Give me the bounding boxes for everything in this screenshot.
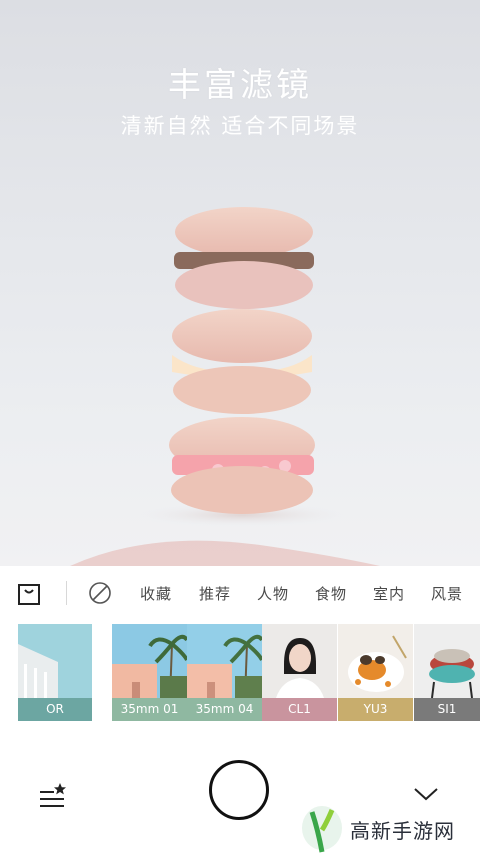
filter-thumbnail[interactable]: OR: [18, 624, 92, 721]
bottom-controls: 高新手游网: [0, 722, 480, 853]
watermark: 高新手游网: [298, 800, 480, 853]
shopping-bag-icon[interactable]: [17, 580, 41, 606]
divider: [66, 581, 67, 605]
category-tab-people[interactable]: 人物: [257, 583, 289, 604]
category-tab-food[interactable]: 食物: [315, 583, 347, 604]
hero-subtitle: 清新自然 适合不同场景: [120, 114, 360, 138]
shutter-button[interactable]: [209, 760, 269, 820]
category-tab-recommended[interactable]: 推荐: [199, 583, 231, 604]
filter-label: 35mm 04: [187, 698, 262, 721]
filter-preview-image: [338, 624, 413, 698]
filter-preview-image: [187, 624, 262, 698]
watermark-logo: [302, 806, 342, 853]
filter-label: YU3: [338, 698, 413, 721]
menu-favorites-icon[interactable]: [38, 782, 68, 808]
filter-thumbnail[interactable]: CL1: [262, 624, 337, 721]
category-tab-favorites[interactable]: 收藏: [140, 583, 172, 604]
filter-thumbnail[interactable]: YU3: [338, 624, 413, 721]
filter-label: OR: [18, 698, 92, 721]
filter-thumbnail[interactable]: SI1: [414, 624, 480, 721]
filter-category-bar: 收藏 推荐 人物 食物 室内 风景: [0, 566, 480, 620]
filter-preview-image: [262, 624, 337, 698]
watermark-text: 高新手游网: [350, 819, 455, 843]
category-tab-indoor[interactable]: 室内: [373, 583, 405, 604]
filter-label: CL1: [262, 698, 337, 721]
category-tab-scenery[interactable]: 风景: [431, 583, 463, 604]
no-filter-icon[interactable]: [88, 581, 112, 605]
hero-title: 丰富滤镜: [168, 65, 312, 104]
filter-label: SI1: [414, 698, 480, 721]
filter-strip: OR 35mm 01 35mm 04 CL1 YU3 SI1: [0, 624, 480, 722]
filter-preview-image: [18, 624, 92, 698]
filter-label: 35mm 01: [112, 698, 187, 721]
hero-photo: 丰富滤镜 清新自然 适合不同场景: [0, 0, 480, 566]
filter-thumbnail[interactable]: 35mm 01: [112, 624, 187, 721]
filter-preview-image: [414, 624, 480, 698]
filter-preview-image: [112, 624, 187, 698]
filter-thumbnail[interactable]: 35mm 04: [187, 624, 262, 721]
